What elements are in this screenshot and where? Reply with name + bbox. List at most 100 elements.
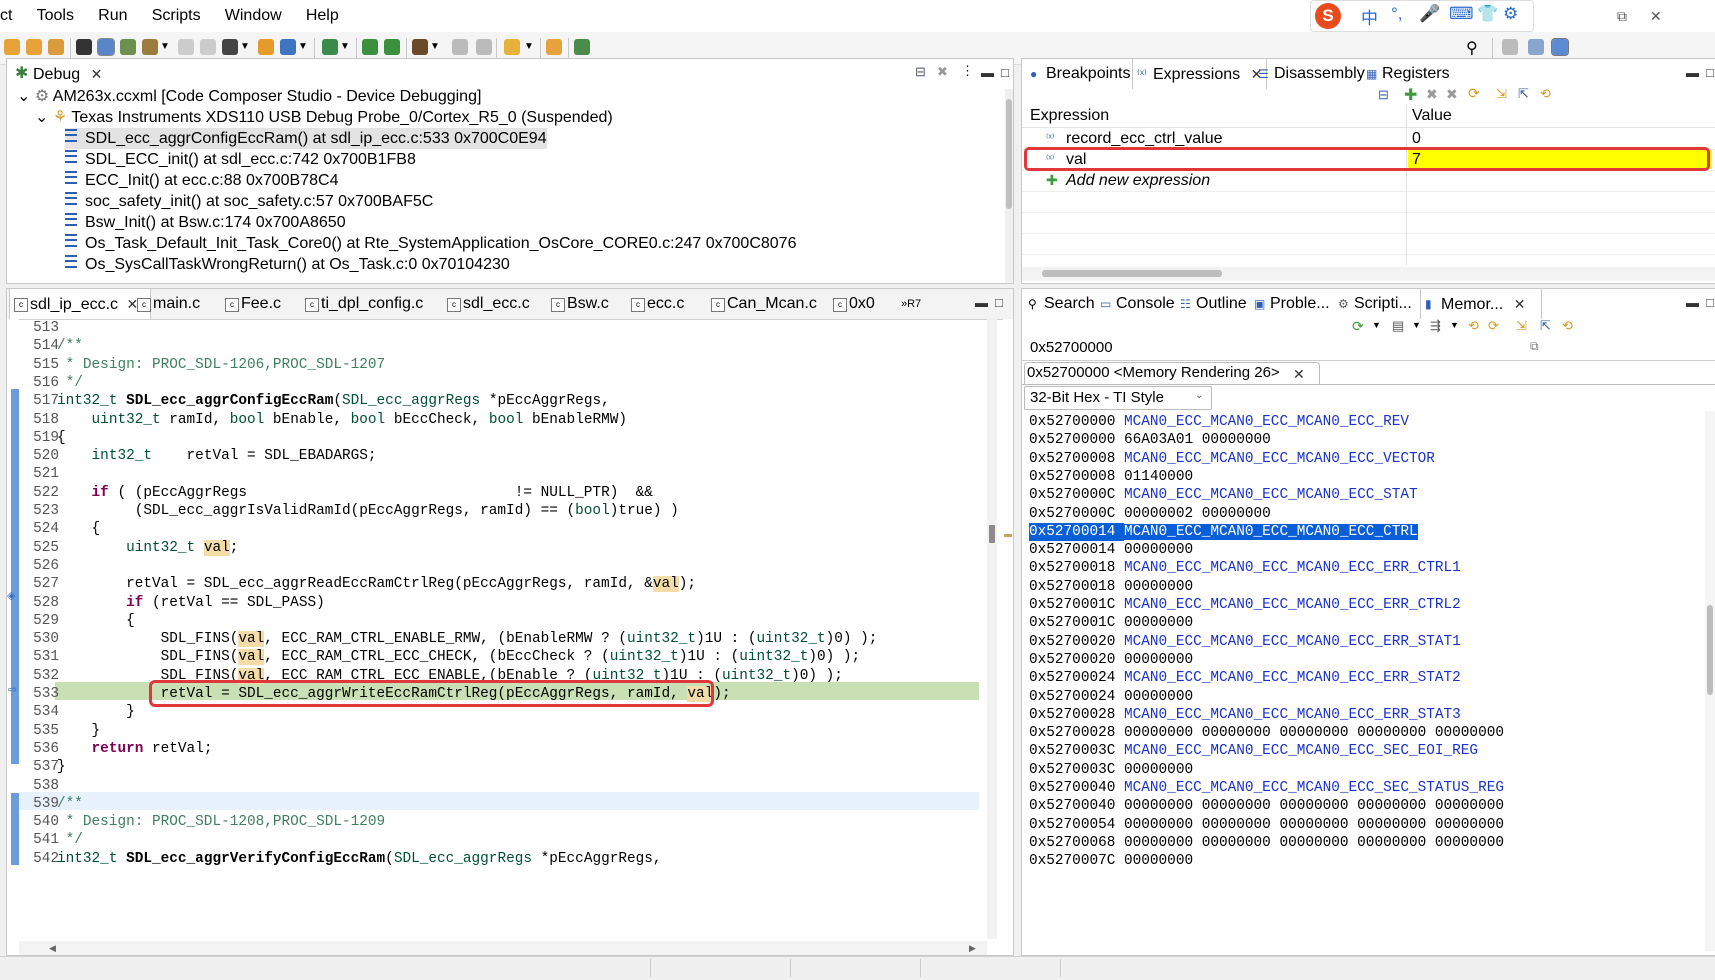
chevron-down-icon[interactable]: ▼ bbox=[524, 41, 534, 52]
memory-row[interactable]: 0x52700018 MCAN0_ECC_MCAN0_ECC_MCAN0_ECC_… bbox=[1029, 559, 1461, 577]
code-line[interactable]: * Design: PROC_SDL-1208,PROC_SDL-1209 bbox=[57, 813, 386, 831]
debug-tree-item[interactable]: ECC_Init() at ecc.c:88 0x700B78C4 bbox=[65, 170, 338, 191]
code-line[interactable]: */ bbox=[57, 374, 83, 392]
memory-register-label[interactable]: MCAN0_ECC_MCAN0_ECC_MCAN0_ECC_SEC_EOI_RE… bbox=[1124, 743, 1478, 759]
memory-value[interactable]: 00000000 bbox=[1124, 689, 1193, 705]
remove-terminated-icon[interactable]: ✖ bbox=[937, 64, 948, 80]
scroll-right-icon[interactable]: ▶ bbox=[969, 943, 976, 954]
maximize-icon[interactable]: □ bbox=[995, 295, 1003, 310]
expand-chevron-icon[interactable]: ⌄ bbox=[17, 88, 35, 105]
memory-row[interactable]: 0x52700040 MCAN0_ECC_MCAN0_ECC_MCAN0_ECC_… bbox=[1029, 779, 1504, 797]
column-value[interactable]: Value bbox=[1412, 107, 1452, 125]
chevron-down-icon[interactable]: ▼ bbox=[160, 41, 170, 52]
tab-sdl-ecc[interactable]: c sdl_ecc.c bbox=[443, 289, 530, 319]
memory-value[interactable]: 00000000 00000000 00000000 00000000 0000… bbox=[1124, 725, 1504, 741]
search-tool-icon[interactable] bbox=[476, 39, 492, 55]
import-icon[interactable]: ⇲ bbox=[1496, 86, 1507, 102]
debug-scrollbar[interactable] bbox=[1005, 89, 1013, 283]
code-line[interactable]: uint32_t ramId, bool bEnable, bool bEccC… bbox=[57, 411, 627, 429]
memory-value[interactable]: 01140000 bbox=[1124, 469, 1193, 485]
menu-item-help[interactable]: Help bbox=[296, 0, 349, 32]
code-line[interactable]: if (retVal == SDL_PASS) bbox=[57, 594, 325, 612]
add-expression-icon[interactable]: ✚ bbox=[1404, 85, 1417, 105]
memory-row[interactable]: 0x52700014 MCAN0_ECC_MCAN0_ECC_MCAN0_ECC_… bbox=[1029, 522, 1418, 542]
tab-sdl-ip-ecc[interactable]: c sdl_ip_ecc.c ✕ bbox=[9, 289, 151, 319]
debug-tree-item[interactable]: Os_SysCallTaskWrongReturn() at Os_Task.c… bbox=[65, 254, 510, 275]
debug-tree-item[interactable]: Bsw_Init() at Bsw.c:174 0x700A8650 bbox=[65, 212, 346, 233]
memory-row[interactable]: 0x52700018 00000000 bbox=[1029, 578, 1193, 596]
memory-row[interactable]: 0x52700000 66A03A01 00000000 bbox=[1029, 431, 1271, 449]
open-console-icon[interactable] bbox=[452, 39, 468, 55]
code-line[interactable]: retVal = SDL_ecc_aggrReadEccRamCtrlReg(p… bbox=[57, 575, 696, 593]
debug-tree-item[interactable]: Os_Task_Default_Init_Task_Core0() at Rte… bbox=[65, 233, 796, 254]
memory-value[interactable]: 00000000 bbox=[1124, 762, 1193, 778]
more-tabs-button[interactable]: »R7 bbox=[895, 289, 921, 319]
memory-register-label[interactable]: MCAN0_ECC_MCAN0_ECC_MCAN0_ECC_ERR_STAT1 bbox=[1124, 634, 1461, 650]
memory-vscrollbar[interactable] bbox=[1705, 411, 1715, 951]
ime-punct-icon[interactable]: °, bbox=[1391, 4, 1403, 24]
column-expression[interactable]: Expression bbox=[1030, 107, 1109, 125]
memory-register-label[interactable]: MCAN0_ECC_MCAN0_ECC_MCAN0_ECC_REV bbox=[1124, 414, 1409, 430]
connect-icon[interactable] bbox=[120, 39, 136, 55]
tab-console[interactable]: ▭ Console bbox=[1096, 289, 1175, 319]
tab-expressions[interactable]: ⁽ˣ⁾ Expressions ✕ bbox=[1132, 59, 1268, 89]
scroll-left-icon[interactable]: ◀ bbox=[49, 943, 56, 954]
memory-register-label[interactable]: MCAN0_ECC_MCAN0_ECC_MCAN0_ECC_SEC_STATUS… bbox=[1124, 780, 1504, 796]
chevron-down-icon[interactable]: ▼ bbox=[430, 41, 440, 52]
menu-item-tools[interactable]: Tools bbox=[27, 0, 84, 32]
memory-value[interactable]: 00000000 00000000 00000000 00000000 0000… bbox=[1124, 835, 1504, 851]
memory-register-label[interactable]: MCAN0_ECC_MCAN0_ECC_MCAN0_ECC_ERR_STAT3 bbox=[1124, 707, 1461, 723]
tab-debug[interactable]: ✱ Debug ✕ bbox=[11, 59, 102, 89]
memory-row[interactable]: 0x52700014 00000000 bbox=[1029, 541, 1193, 559]
terminate-icon[interactable] bbox=[258, 39, 274, 55]
step-assembly-icon[interactable] bbox=[362, 39, 378, 55]
build-icon[interactable] bbox=[412, 39, 428, 55]
step-over-assembly-icon[interactable] bbox=[384, 39, 400, 55]
memory-row[interactable]: 0x5270000C 00000002 00000000 bbox=[1029, 505, 1271, 523]
load-memory-icon[interactable]: ⇶ bbox=[1430, 318, 1441, 334]
tab-bsw-c[interactable]: c Bsw.c bbox=[547, 289, 609, 319]
load-program-icon[interactable] bbox=[142, 39, 158, 55]
code-line[interactable]: { bbox=[57, 429, 66, 447]
tab-ti-dpl-config[interactable]: c ti_dpl_config.c bbox=[301, 289, 423, 319]
close-icon[interactable]: ✕ bbox=[1293, 366, 1305, 383]
memory-register-label[interactable]: MCAN0_ECC_MCAN0_ECC_MCAN0_ECC_STAT bbox=[1124, 487, 1418, 503]
memory-register-label[interactable]: MCAN0_ECC_MCAN0_ECC_MCAN0_ECC_ERR_STAT2 bbox=[1124, 670, 1461, 686]
tab-memory[interactable]: ▮ Memor... ✕ bbox=[1420, 289, 1542, 319]
window-close-icon[interactable]: ✕ bbox=[1650, 8, 1662, 25]
memory-value[interactable]: 00000000 bbox=[1124, 542, 1193, 558]
minimize-icon[interactable]: ▬ bbox=[1686, 295, 1699, 310]
code-line[interactable]: */ bbox=[57, 831, 83, 849]
perspective-ccs-icon[interactable] bbox=[1528, 39, 1544, 55]
tab-search[interactable]: ⚲ Search bbox=[1024, 289, 1095, 319]
debug-view-icon[interactable] bbox=[97, 38, 115, 56]
code-line[interactable]: int32_t retVal = SDL_EBADARGS; bbox=[57, 447, 377, 465]
chevron-down-icon[interactable]: ▼ bbox=[240, 41, 250, 52]
memory-value[interactable]: 00000000 bbox=[1124, 652, 1193, 668]
tab-scripting[interactable]: ⚙ Scripti... bbox=[1334, 289, 1412, 319]
tab-outline[interactable]: ☷ Outline bbox=[1176, 289, 1247, 319]
memory-row[interactable]: 0x5270000C MCAN0_ECC_MCAN0_ECC_MCAN0_ECC_… bbox=[1029, 486, 1418, 504]
collapse-all-icon[interactable]: ⊟ bbox=[915, 64, 926, 80]
memory-value[interactable]: 00000000 00000000 00000000 00000000 0000… bbox=[1124, 817, 1504, 833]
tab-breakpoints[interactable]: ● Breakpoints bbox=[1026, 59, 1131, 89]
open-perspective-icon[interactable] bbox=[1502, 39, 1518, 55]
remove-all-icon[interactable]: ✖ bbox=[1446, 86, 1458, 103]
memory-value[interactable]: 00000000 00000000 00000000 00000000 0000… bbox=[1124, 798, 1504, 814]
code-line[interactable]: if ( (pEccAggrRegs != NULL_PTR) && bbox=[57, 484, 653, 502]
menu-item-window[interactable]: Window bbox=[215, 0, 292, 32]
memory-value[interactable]: 66A03A01 00000000 bbox=[1124, 432, 1271, 448]
memory-format-select[interactable]: 32-Bit Hex - TI Style ⌄ bbox=[1024, 386, 1212, 410]
memory-row[interactable]: 0x52700000 MCAN0_ECC_MCAN0_ECC_MCAN0_ECC_… bbox=[1029, 413, 1409, 431]
memory-row[interactable]: 0x52700024 MCAN0_ECC_MCAN0_ECC_MCAN0_ECC_… bbox=[1029, 669, 1461, 687]
code-line[interactable]: /** bbox=[57, 795, 83, 813]
code-line[interactable]: } bbox=[57, 758, 66, 776]
go-icon[interactable]: ⧉ bbox=[1530, 339, 1539, 354]
ime-chinese-icon[interactable]: 中 bbox=[1361, 4, 1378, 29]
sync-memory-icon[interactable]: ⟳ bbox=[1488, 318, 1499, 334]
code-line[interactable]: int32_t SDL_ecc_aggrVerifyConfigEccRam(S… bbox=[57, 850, 662, 868]
window-restore-icon[interactable]: ⧉ bbox=[1617, 8, 1627, 25]
ime-keyboard-icon[interactable]: ⌨ bbox=[1449, 4, 1474, 24]
maximize-icon[interactable]: □ bbox=[1001, 65, 1009, 80]
code-line[interactable]: return retVal; bbox=[57, 740, 213, 758]
